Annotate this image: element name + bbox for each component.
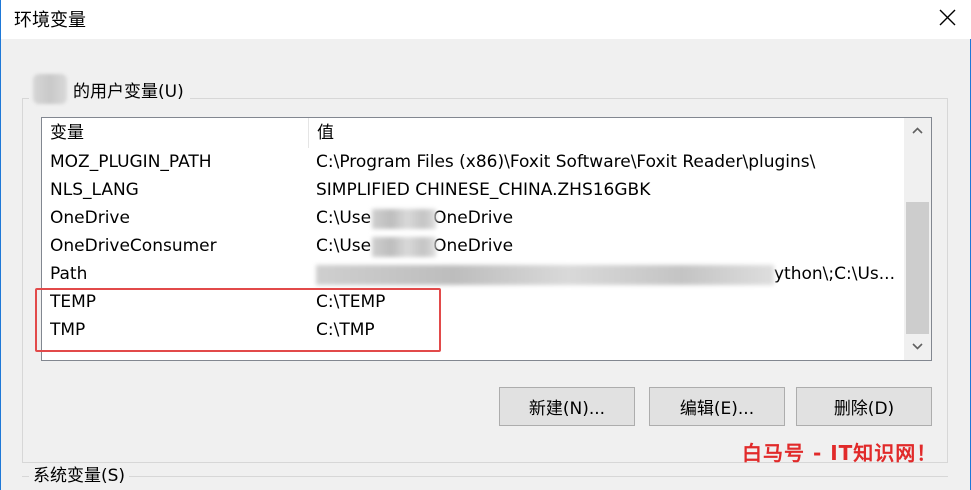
column-divider[interactable]: [308, 118, 309, 148]
system-variables-group-label: 系统变量(S): [29, 463, 130, 489]
user-variables-group-label: 的用户变量(U): [29, 74, 190, 104]
row-value-suffix: ython\;C:\Us...: [774, 264, 895, 284]
redacted-path-segment: [372, 209, 436, 229]
edit-button[interactable]: 编辑(E)...: [649, 387, 785, 426]
scroll-down-button[interactable]: [904, 334, 931, 360]
scroll-up-button[interactable]: [904, 118, 931, 144]
list-row-nls-lang[interactable]: NLS_LANG SIMPLIFIED CHINESE_CHINA.ZHS16G…: [42, 176, 904, 204]
title-bar: 环境变量: [1, 0, 971, 39]
annotation-highlight-box: [35, 288, 441, 352]
row-variable: NLS_LANG: [50, 180, 139, 200]
list-row-moz-plugin-path[interactable]: MOZ_PLUGIN_PATH C:\Program Files (x86)\F…: [42, 148, 904, 176]
redacted-path-segment: [372, 237, 436, 257]
system-variables-group: [22, 476, 948, 477]
list-header: 变量 值: [42, 118, 904, 148]
row-value: C:\Program Files (x86)\Foxit Software\Fo…: [316, 152, 816, 172]
row-variable: OneDriveConsumer: [50, 236, 217, 256]
redacted-path-segment: [316, 265, 774, 285]
list-row-onedrive[interactable]: OneDrive C:\Use OneDrive: [42, 204, 904, 232]
chevron-up-icon: [912, 127, 923, 134]
close-button[interactable]: [928, 0, 966, 36]
close-icon: [939, 9, 956, 26]
new-button[interactable]: 新建(N)...: [499, 387, 635, 426]
list-row-onedriveconsumer[interactable]: OneDriveConsumer C:\Use OneDrive: [42, 232, 904, 260]
list-row-path[interactable]: Path ython\;C:\Us...: [42, 260, 904, 288]
row-value-suffix: OneDrive: [433, 236, 514, 256]
delete-button[interactable]: 删除(D): [796, 387, 932, 426]
row-value-suffix: OneDrive: [433, 208, 514, 228]
chevron-down-icon: [912, 343, 923, 350]
row-variable: Path: [50, 264, 88, 284]
vertical-scrollbar[interactable]: [904, 118, 931, 360]
env-vars-dialog: 环境变量 的用户变量(U) 变量 值 MOZ_PLUGIN_PATH C:\Pr…: [0, 0, 971, 490]
row-value-prefix: C:\Use: [316, 208, 372, 228]
watermark-text: 白马号 - IT知识网！: [742, 441, 938, 465]
row-value: SIMPLIFIED CHINESE_CHINA.ZHS16GBK: [316, 180, 651, 200]
column-header-variable[interactable]: 变量: [50, 118, 308, 148]
scroll-thumb[interactable]: [906, 202, 929, 334]
row-variable: OneDrive: [50, 208, 130, 228]
redacted-username: [33, 74, 67, 104]
row-variable: MOZ_PLUGIN_PATH: [50, 152, 212, 172]
column-header-value[interactable]: 值: [317, 118, 897, 148]
row-value-prefix: C:\Use: [316, 236, 372, 256]
window-title: 环境变量: [14, 10, 86, 31]
